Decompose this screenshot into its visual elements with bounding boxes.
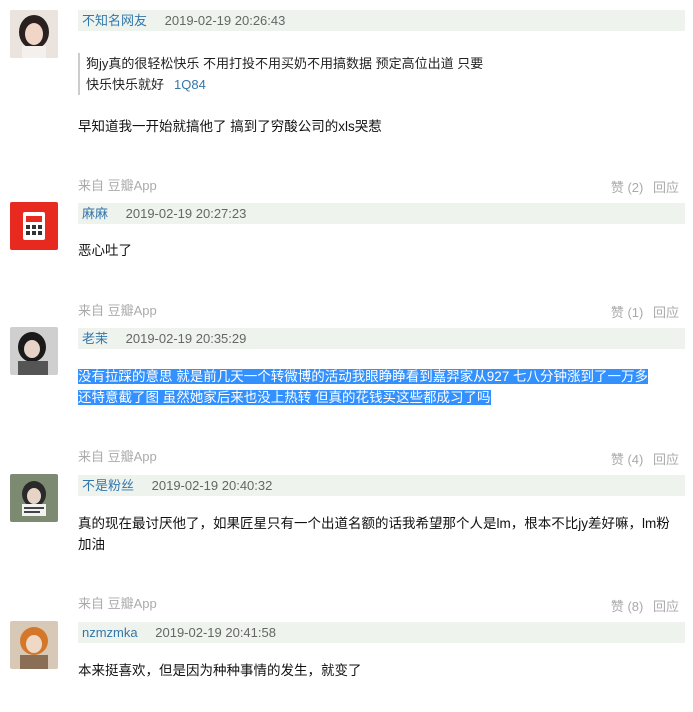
like-button[interactable]: 赞 (4) [611,452,644,467]
like-button[interactable]: 赞 (2) [611,180,644,195]
avatar[interactable] [10,202,58,250]
source-label: 来自 豆瓣App [78,449,157,464]
author-link[interactable]: 老茉 [82,331,108,346]
comment-header: 不是粉丝 2019-02-19 20:40:32 [78,475,685,496]
author-link[interactable]: 不知名网友 [82,13,147,28]
avatar[interactable] [10,10,58,58]
quote-text: 狗jy真的很轻松快乐 不用打投不用买奶不用搞数据 预定高位出道 只要快乐快乐就好 [86,56,484,92]
source-label: 来自 豆瓣App [78,596,157,611]
reply-button[interactable]: 回应 [653,180,679,195]
avatar[interactable] [10,474,58,522]
comment-header: 老茉 2019-02-19 20:35:29 [78,328,685,349]
comment-text: 真的现在最讨厌他了，如果匠星只有一个出道名额的话我希望那个人是lm，根本不比jy… [78,516,670,552]
comment-header: 麻麻 2019-02-19 20:27:23 [78,203,685,224]
comment-time: 2019-02-19 20:41:58 [155,625,276,640]
author-link[interactable]: nzmzmka [82,625,138,640]
like-button[interactable]: 赞 (8) [611,599,644,614]
comment-actions: 赞 (1) 回应 [605,302,679,321]
author-link[interactable]: 不是粉丝 [82,478,134,493]
comment-time: 2019-02-19 20:27:23 [125,206,247,221]
quote-author-link[interactable]: 1Q84 [174,77,206,92]
source-label: 来自 豆瓣App [78,178,157,193]
comment-actions: 赞 (8) 回应 [605,596,679,615]
comment-text-line: 没有拉踩的意思 就是前几天一个转微博的活动我眼睁睁看到嘉羿家从927 七八分钟涨… [78,369,649,384]
reply-button[interactable]: 回应 [653,599,679,614]
comment-time: 2019-02-19 20:35:29 [125,331,247,346]
comment-header: nzmzmka 2019-02-19 20:41:58 [78,622,685,643]
comment-header: 不知名网友 2019-02-19 20:26:43 [78,10,685,31]
quoted-reply: 狗jy真的很轻松快乐 不用打投不用买奶不用搞数据 预定高位出道 只要快乐快乐就好… [78,53,486,95]
comment-time: 2019-02-19 20:40:32 [151,478,273,493]
reply-button[interactable]: 回应 [653,305,679,320]
comment-text-line: 还特意截了图 虽然她家后来也没上热转 但真的花钱买这些都成习了吗 [78,390,491,405]
avatar[interactable] [10,327,58,375]
source-label: 来自 豆瓣App [78,303,157,318]
comment-actions: 赞 (2) 回应 [605,177,679,196]
comment-text: 早知道我一开始就搞他了 搞到了穷酸公司的xls哭惹 [78,119,382,134]
author-link[interactable]: 麻麻 [82,206,108,221]
comment-actions: 赞 (4) 回应 [605,449,679,468]
like-button[interactable]: 赞 (1) [611,305,644,320]
avatar[interactable] [10,621,58,669]
comment-text: 本来挺喜欢，但是因为种种事情的发生，就变了 [78,663,362,678]
comment-text: 没有拉踩的意思 就是前几天一个转微博的活动我眼睁睁看到嘉羿家从927 七八分钟涨… [78,366,679,408]
comment-text: 恶心吐了 [78,243,132,258]
comment-time: 2019-02-19 20:26:43 [164,13,286,28]
reply-button[interactable]: 回应 [653,452,679,467]
